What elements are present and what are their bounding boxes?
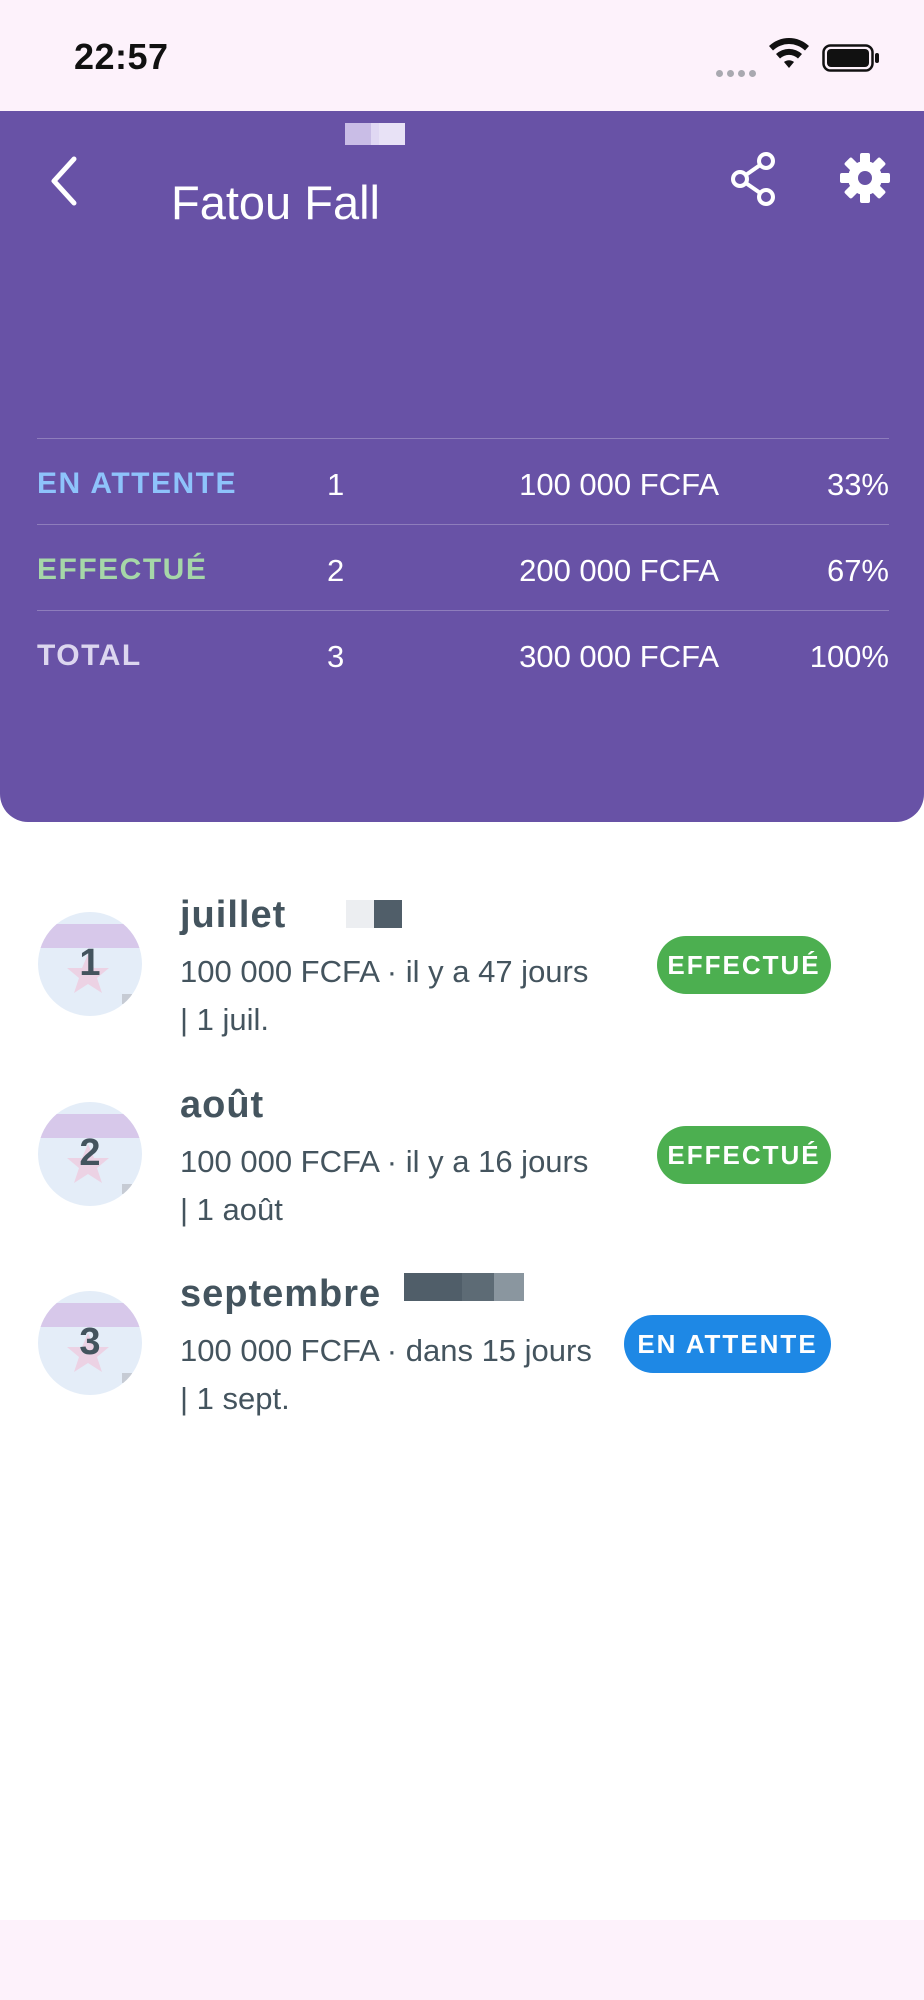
status-time: 22:57 (74, 36, 169, 77)
list-item[interactable]: 2 août 100 000 FCFA · il y a 16 jours | … (0, 1050, 924, 1230)
list-item[interactable]: 3 septembre 100 000 FCFA · dans 15 jours… (0, 1239, 924, 1419)
wifi-icon (769, 38, 809, 68)
stat-label: EN ATTENTE (37, 467, 237, 500)
item-subtitle: 100 000 FCFA · il y a 47 jours | 1 juil. (180, 954, 589, 1037)
status-bar: 22:57 (0, 0, 924, 111)
item-number: 1 (79, 942, 101, 984)
list-item[interactable]: 1 juillet 100 000 FCFA · il y a 47 jours… (0, 860, 924, 1040)
summary-header: Fatou Fall EN ATTENTE 1 100 000 FCFA 33% (0, 111, 924, 822)
stat-amount: 100 000 FCFA (519, 467, 719, 502)
status-badge[interactable]: EFFECTUÉ (657, 936, 831, 994)
stat-amount: 300 000 FCFA (519, 639, 719, 674)
stat-row-pending: EN ATTENTE 1 100 000 FCFA 33% (37, 438, 889, 524)
stat-percent: 100% (809, 639, 889, 674)
redacted-block (346, 900, 402, 928)
avatar: 3 (38, 1291, 142, 1395)
gear-icon[interactable] (838, 151, 892, 205)
redacted-block (404, 1273, 524, 1301)
redacted-block (345, 123, 405, 145)
item-subtitle: 100 000 FCFA · dans 15 jours | 1 sept. (180, 1333, 592, 1416)
stat-label: EFFECTUÉ (37, 553, 208, 586)
stat-percent: 67% (826, 553, 889, 588)
share-icon[interactable] (728, 151, 778, 207)
stat-count: 3 (327, 639, 345, 674)
battery-icon (822, 44, 879, 72)
avatar: 2 (38, 1102, 142, 1206)
stat-row-done: EFFECTUÉ 2 200 000 FCFA 67% (37, 524, 889, 610)
summary-table: EN ATTENTE 1 100 000 FCFA 33% EFFECTUÉ 2… (37, 438, 889, 696)
stat-amount: 200 000 FCFA (519, 553, 719, 588)
stat-count: 1 (327, 467, 345, 502)
item-number: 2 (79, 1132, 101, 1174)
stat-count: 2 (327, 553, 345, 588)
item-title: septembre (180, 1273, 382, 1315)
avatar: 1 (38, 912, 142, 1016)
status-badge[interactable]: EN ATTENTE (624, 1315, 831, 1373)
stat-percent: 33% (826, 467, 889, 502)
item-title: juillet (180, 894, 287, 936)
status-badge[interactable]: EFFECTUÉ (657, 1126, 831, 1184)
stat-row-total: TOTAL 3 300 000 FCFA 100% (37, 610, 889, 696)
item-number: 3 (79, 1321, 101, 1363)
page-title: Fatou Fall (171, 176, 380, 229)
bottom-safe-area (0, 1920, 924, 2000)
stat-label: TOTAL (37, 639, 142, 672)
back-icon[interactable] (46, 151, 86, 211)
item-title: août (180, 1084, 265, 1126)
item-subtitle: 100 000 FCFA · il y a 16 jours | 1 août (180, 1144, 589, 1227)
signal-icon (716, 64, 760, 82)
